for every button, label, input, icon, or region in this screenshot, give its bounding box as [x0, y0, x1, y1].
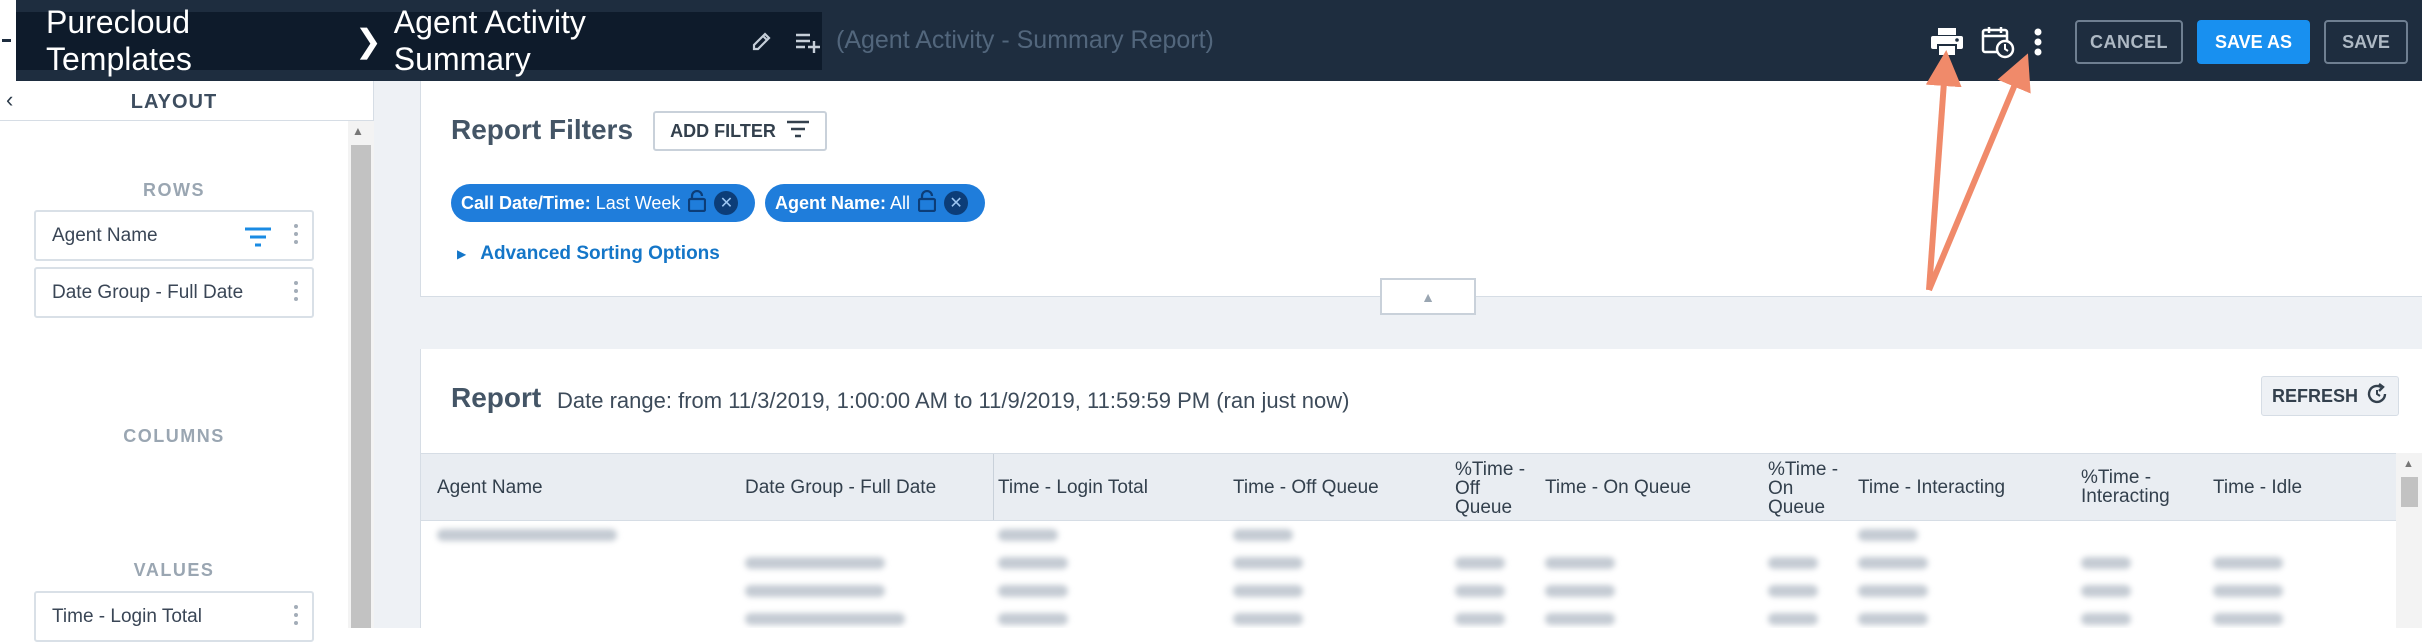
sidebar-title: LAYOUT	[130, 91, 218, 113]
scroll-up-icon[interactable]: ▲	[2403, 458, 2414, 470]
sidebar-scroll-thumb[interactable]	[351, 145, 371, 628]
refresh-icon	[2366, 382, 2388, 410]
cancel-button[interactable]: CANCEL	[2075, 20, 2183, 64]
scroll-up-icon[interactable]: ▲	[352, 124, 364, 138]
main-content: Report Filters ADD FILTER Call Date/Time…	[374, 81, 2422, 628]
chip-text: Agent Name: All	[775, 192, 911, 213]
lock-icon[interactable]	[688, 189, 707, 217]
report-title: Report	[451, 382, 542, 413]
more-vertical-icon[interactable]	[2028, 26, 2048, 58]
table-row[interactable]	[421, 605, 2396, 628]
filter-icon	[786, 120, 810, 143]
caret-up-icon: ▲	[1421, 288, 1435, 305]
add-filter-button[interactable]: ADD FILTER	[653, 111, 827, 151]
chip-text: Call Date/Time: Last Week	[461, 192, 681, 213]
filter-chip-call-date[interactable]: Call Date/Time: Last Week ✕	[451, 184, 755, 222]
report-name: Agent Activity Summary	[393, 4, 586, 77]
rows-section-label: ROWS	[143, 180, 205, 200]
columns-section-label: COLUMNS	[123, 426, 225, 446]
value-field-label: Time - Login Total	[52, 605, 202, 627]
report-table-header: Agent Name Date Group - Full Date Time -…	[421, 453, 2396, 521]
refresh-label: REFRESH	[2271, 385, 2358, 406]
row-field-label: Agent Name	[52, 224, 158, 246]
add-filter-label: ADD FILTER	[670, 120, 776, 141]
column-header-idle[interactable]: Time - Idle	[2213, 478, 2302, 497]
sidebar-header: ‹ LAYOUT	[0, 81, 374, 121]
column-header-off-queue[interactable]: Time - Off Queue	[1233, 478, 1379, 497]
collapse-edge[interactable]	[0, 0, 16, 81]
report-date-range: Date range: from 11/3/2019, 1:00:00 AM t…	[557, 388, 1350, 413]
report-scrollbar[interactable]: ▲	[2396, 453, 2422, 628]
row-field-date-group[interactable]: Date Group - Full Date	[34, 267, 314, 318]
column-header-pct-on-queue[interactable]: %Time - On Queue	[1768, 460, 1838, 517]
report-panel: Report Date range: from 11/3/2019, 1:00:…	[420, 349, 2422, 628]
column-divider[interactable]	[993, 454, 994, 520]
caret-right-icon: ▶	[457, 247, 467, 261]
drag-handle-icon[interactable]	[294, 281, 298, 301]
report-scroll-thumb[interactable]	[2401, 477, 2418, 507]
lock-icon[interactable]	[917, 189, 937, 217]
save-as-button[interactable]: SAVE AS	[2197, 20, 2310, 64]
row-field-agent-name[interactable]: Agent Name	[34, 210, 314, 261]
schedule-icon[interactable]	[1980, 24, 2016, 60]
column-header-interacting[interactable]: Time - Interacting	[1858, 478, 2005, 497]
layout-sidebar: ‹ LAYOUT ▲ ROWS Agent Name Date Group - …	[0, 81, 374, 642]
add-to-list-icon[interactable]	[794, 29, 822, 53]
edit-icon[interactable]	[750, 29, 774, 53]
collapse-filters-button[interactable]: ▲	[1380, 278, 1476, 315]
remove-filter-icon[interactable]: ✕	[714, 191, 739, 215]
column-header-pct-off-queue[interactable]: %Time - Off Queue	[1455, 460, 1525, 517]
remove-filter-icon[interactable]: ✕	[944, 191, 969, 215]
report-subtitle: (Agent Activity - Summary Report)	[836, 26, 1214, 54]
drag-handle-icon[interactable]	[294, 605, 298, 625]
value-field-login-total[interactable]: Time - Login Total	[34, 591, 314, 642]
table-row[interactable]	[421, 549, 2396, 577]
refresh-button[interactable]: REFRESH	[2261, 376, 2399, 416]
filter-icon[interactable]	[244, 226, 272, 254]
report-filters-title: Report Filters	[451, 114, 634, 145]
column-header-date-group[interactable]: Date Group - Full Date	[745, 478, 936, 497]
values-section-label: VALUES	[133, 560, 215, 580]
report-title-bar: Purecloud Templates ❯ Agent Activity Sum…	[16, 4, 822, 77]
chevron-right-icon: ❯	[354, 23, 382, 59]
table-row[interactable]	[421, 521, 2396, 549]
filter-chip-agent-name[interactable]: Agent Name: All ✕	[765, 184, 985, 222]
advanced-sorting-toggle[interactable]: ▶ Advanced Sorting Options	[457, 243, 720, 265]
column-header-pct-interacting[interactable]: %Time - Interacting	[2081, 468, 2170, 506]
column-header-agent-name[interactable]: Agent Name	[437, 478, 543, 497]
drag-handle-icon[interactable]	[294, 224, 298, 244]
save-button[interactable]: SAVE	[2324, 20, 2408, 64]
advanced-sorting-label: Advanced Sorting Options	[480, 243, 720, 264]
top-bar: Purecloud Templates ❯ Agent Activity Sum…	[0, 0, 2422, 81]
column-header-on-queue[interactable]: Time - On Queue	[1545, 478, 1691, 497]
column-header-login-total[interactable]: Time - Login Total	[998, 478, 1148, 497]
row-field-label: Date Group - Full Date	[52, 281, 244, 303]
report-table-body	[421, 521, 2396, 628]
print-icon[interactable]	[1929, 26, 1965, 58]
table-row[interactable]	[421, 577, 2396, 605]
report-filters-panel: Report Filters ADD FILTER Call Date/Time…	[420, 81, 2422, 297]
breadcrumb-parent[interactable]: Purecloud Templates	[46, 4, 341, 78]
